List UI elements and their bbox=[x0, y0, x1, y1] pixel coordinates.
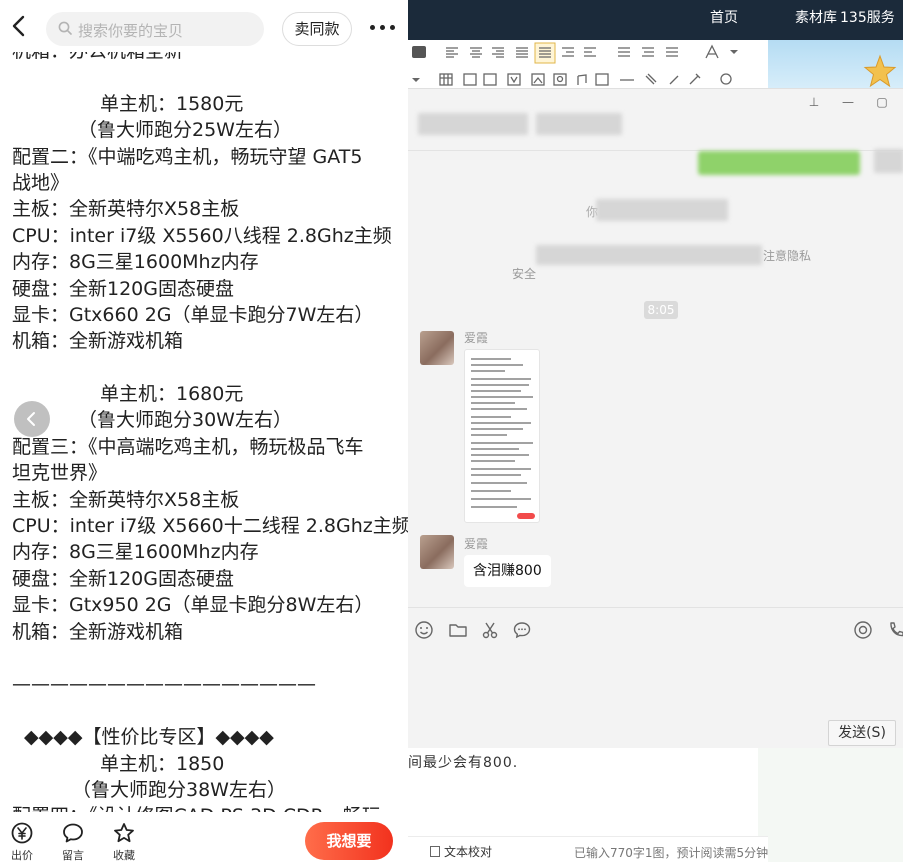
system-notice-blurred bbox=[596, 199, 728, 221]
contact-avatar[interactable] bbox=[420, 535, 454, 569]
back-button[interactable] bbox=[8, 12, 30, 40]
outgoing-bubble-blurred bbox=[698, 151, 860, 175]
contact-name-blurred bbox=[536, 113, 622, 135]
listing-line: 显卡：Gtx660 2G（单显卡跑分7W左右） bbox=[12, 303, 374, 326]
search-placeholder: 搜索你要的宝贝 bbox=[78, 22, 184, 40]
listing-line: 机箱：全新游戏机箱 bbox=[12, 330, 184, 353]
listing-line: 机箱：全新游戏机箱 bbox=[12, 620, 184, 643]
listing-line: 内存：8G三星1600Mhz内存 bbox=[12, 251, 259, 274]
document-icon bbox=[430, 846, 440, 857]
editor-status-bar: 文本校对 已输入770字1图，预计阅读需5分钟 bbox=[408, 836, 768, 862]
chevron-left-icon bbox=[27, 412, 35, 426]
system-notice-blurred bbox=[536, 245, 762, 265]
speech-bubble-icon bbox=[63, 823, 83, 843]
search-input[interactable]: 搜索你要的宝贝 bbox=[46, 12, 264, 46]
folder-icon[interactable] bbox=[448, 620, 468, 640]
proofread-label: 文本校对 bbox=[444, 845, 493, 859]
listing-line: 配置四：《设计修图CAD.PS 3D CDR，畅玩 bbox=[12, 803, 408, 812]
listing-line: 战地》 bbox=[12, 171, 70, 194]
security-notice-fragment: 安全 bbox=[512, 267, 537, 281]
listing-line bbox=[12, 645, 408, 671]
word-count: 已输入770字1图，预计阅读需5分钟 bbox=[574, 846, 769, 860]
bottom-action-bar: 出价 留言 收藏 我想要 bbox=[0, 812, 408, 862]
listing-line: 配置三：《中高端吃鸡主机，畅玩极品飞车 bbox=[12, 435, 364, 458]
listing-description: 机箱：办公机箱全新单主机：1580元（鲁大师跑分25W左右）配置二：《中端吃鸡主… bbox=[12, 38, 408, 812]
listing-line: （鲁大师跑分38W左右） bbox=[72, 778, 286, 801]
listing-page: 搜索你要的宝贝 卖同款 机箱：办公机箱全新单主机：1580元（鲁大师跑分25W左… bbox=[0, 0, 408, 862]
comment-button[interactable]: 留言 bbox=[55, 822, 91, 862]
contact-avatar[interactable] bbox=[420, 331, 454, 365]
chat-header: ⊥ — ▢ bbox=[408, 89, 903, 151]
want-button[interactable]: 我想要 bbox=[305, 822, 393, 860]
avatar-blurred bbox=[874, 149, 903, 173]
format-toolbar-icons bbox=[412, 42, 738, 86]
listing-line: 单主机：1580元 bbox=[100, 92, 244, 115]
image-message[interactable] bbox=[464, 349, 540, 523]
carousel-prev-button[interactable] bbox=[14, 401, 50, 437]
sell-same-button[interactable]: 卖同款 bbox=[282, 12, 352, 46]
editor-toolbar bbox=[408, 40, 768, 90]
message-time: 8:05 bbox=[644, 301, 678, 319]
pin-icon[interactable]: ⊥ bbox=[805, 95, 823, 109]
listing-line: 单主机：1850 bbox=[100, 752, 225, 775]
star-icon bbox=[114, 823, 134, 843]
listing-line: 主板：全新英特尔X58主板 bbox=[12, 488, 240, 511]
listing-line: ———————————————— bbox=[12, 673, 316, 696]
yen-coin-icon bbox=[11, 822, 33, 844]
more-icon[interactable] bbox=[370, 22, 396, 34]
listing-line bbox=[12, 698, 408, 724]
nav-service[interactable]: 135服务 bbox=[840, 7, 895, 27]
live-icon[interactable] bbox=[853, 620, 873, 640]
listing-line: ◆◆◆◆【性价比专区】◆◆◆◆ bbox=[24, 726, 274, 749]
listing-line: 显卡：Gtx950 2G（单显卡跑分8W左右） bbox=[12, 594, 374, 617]
listing-line: 硬盘：全新120G固态硬盘 bbox=[12, 567, 234, 590]
top-bar: 搜索你要的宝贝 卖同款 bbox=[0, 0, 408, 52]
nav-home[interactable]: 首页 bbox=[710, 7, 738, 27]
listing-line: （鲁大师跑分25W左右） bbox=[78, 119, 292, 142]
scissors-icon[interactable] bbox=[480, 620, 500, 640]
listing-line: 配置二：《中端吃鸡主机，畅玩守望 GAT5 bbox=[12, 145, 363, 168]
phone-icon[interactable] bbox=[886, 620, 903, 640]
text-message: 含泪赚800 bbox=[464, 555, 551, 587]
side-panel bbox=[758, 748, 903, 862]
chat-window: ⊥ — ▢ 你 注意隐私 安全 8:05 爱霞 爱霞 含泪赚800 发送(S) bbox=[408, 88, 903, 749]
favorite-label: 收藏 bbox=[113, 849, 135, 862]
listing-line: CPU：inter i7级 X5560八线程 2.8Ghz主频 bbox=[12, 224, 392, 247]
site-nav: 首页 素材库 135服务 bbox=[408, 0, 903, 40]
send-button[interactable]: 发送(S) bbox=[828, 720, 896, 746]
nav-materials[interactable]: 素材库 bbox=[795, 7, 837, 27]
search-icon bbox=[58, 21, 72, 35]
sender-name: 爱霞 bbox=[464, 537, 489, 551]
minimize-icon[interactable]: — bbox=[839, 95, 857, 109]
listing-line: 单主机：1680元 bbox=[100, 383, 244, 406]
banner-art bbox=[763, 40, 903, 90]
chat-history-icon[interactable] bbox=[512, 620, 532, 640]
contact-name-blurred bbox=[418, 113, 528, 135]
listing-line: （鲁大师跑分30W左右） bbox=[78, 409, 292, 432]
listing-line bbox=[12, 355, 408, 381]
maximize-icon[interactable]: ▢ bbox=[873, 95, 891, 109]
listing-line: 主板：全新英特尔X58主板 bbox=[12, 198, 240, 221]
bid-label: 出价 bbox=[11, 849, 33, 862]
editor-text-line: 间最少会有800. bbox=[408, 755, 519, 771]
desktop-area: 首页 素材库 135服务 ⊥ — ▢ 你 注意隐私 安全 8:05 爱霞 爱霞 … bbox=[408, 0, 903, 862]
bid-button[interactable]: 出价 bbox=[4, 822, 40, 862]
listing-line: 坦克世界》 bbox=[12, 462, 108, 485]
starfish-icon bbox=[863, 54, 897, 88]
chevron-left-icon bbox=[12, 15, 25, 37]
comment-label: 留言 bbox=[62, 849, 84, 862]
listing-line: 内存：8G三星1600Mhz内存 bbox=[12, 541, 259, 564]
emoji-icon[interactable] bbox=[414, 620, 434, 640]
privacy-notice-tail: 注意隐私 bbox=[763, 249, 812, 263]
favorite-button[interactable]: 收藏 bbox=[106, 822, 142, 862]
listing-line: CPU：inter i7级 X5660十二线程 2.8Ghz主频 bbox=[12, 515, 408, 538]
sender-name: 爱霞 bbox=[464, 331, 489, 345]
listing-line: 硬盘：全新120G固态硬盘 bbox=[12, 277, 234, 300]
chat-input-area: 发送(S) bbox=[408, 607, 903, 749]
listing-line bbox=[12, 64, 408, 90]
proofread-button[interactable]: 文本校对 bbox=[430, 843, 492, 860]
